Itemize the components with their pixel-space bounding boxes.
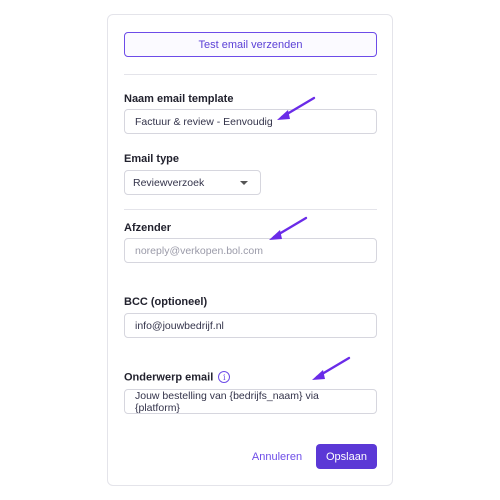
- annotation-arrow-icon: [269, 216, 308, 240]
- divider: [124, 209, 377, 210]
- chevron-down-icon: [240, 180, 248, 185]
- email-type-label: Email type: [124, 153, 180, 165]
- sender-label: Afzender: [124, 222, 172, 234]
- info-icon[interactable]: i: [218, 371, 231, 383]
- subject-label: Onderwerp email: [124, 371, 214, 384]
- divider: [124, 74, 377, 75]
- email-type-select[interactable]: Reviewverzoek: [124, 170, 261, 195]
- cancel-button[interactable]: Annuleren: [249, 445, 305, 469]
- subject-label-row: Onderwerp email i: [124, 371, 231, 384]
- annotation-arrow-icon: [312, 356, 351, 380]
- email-type-selected-value: Reviewverzoek: [133, 176, 205, 189]
- bcc-label: BCC (optioneel): [124, 296, 208, 308]
- save-button[interactable]: Opslaan: [316, 444, 377, 469]
- bcc-input[interactable]: info@jouwbedrijf.nl: [124, 313, 377, 338]
- template-name-label: Naam email template: [124, 93, 234, 105]
- template-name-input[interactable]: Factuur & review - Eenvoudig: [124, 109, 377, 134]
- subject-input[interactable]: Jouw bestelling van {bedrijfs_naam} via …: [124, 389, 377, 414]
- email-template-form: Test email verzenden Naam email template…: [107, 14, 393, 486]
- sender-input[interactable]: noreply@verkopen.bol.com: [124, 238, 377, 263]
- test-email-button[interactable]: Test email verzenden: [124, 32, 377, 57]
- annotation-arrow-icon: [277, 96, 316, 120]
